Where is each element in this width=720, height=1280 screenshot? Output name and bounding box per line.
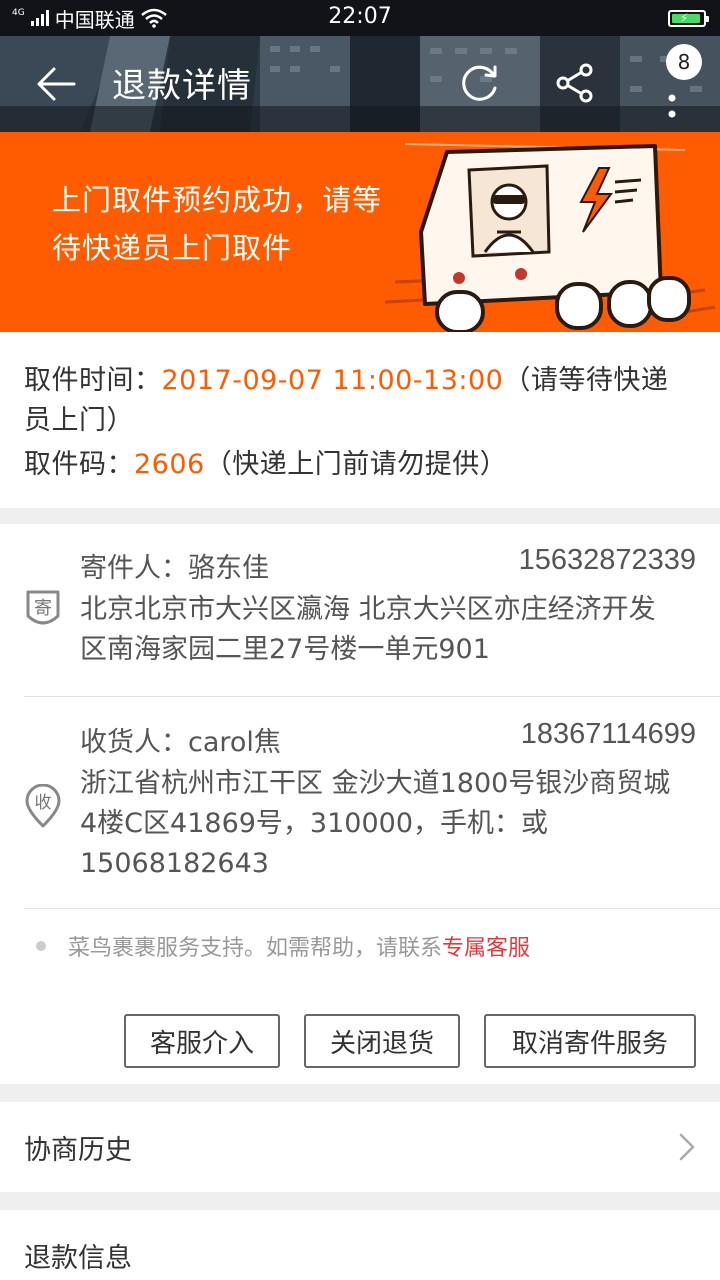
clock: 22:07	[328, 4, 392, 29]
receiver-pin-icon: 收	[25, 784, 61, 828]
receiver-address: 浙江省杭州市江干区 金沙大道1800号银沙商贸城 4楼C区41869号，3100…	[80, 764, 698, 884]
close-return-button[interactable]: 关闭退货	[304, 1014, 460, 1068]
receiver-name: 收货人：carol焦	[80, 727, 281, 758]
history-label: 协商历史	[24, 1135, 132, 1166]
sender-tag-char: 寄	[34, 598, 52, 619]
battery-icon: ⚡	[668, 10, 709, 27]
share-icon[interactable]	[554, 62, 596, 104]
divider	[24, 908, 720, 909]
banner-message: 上门取件预约成功，请等待快递员上门取件	[52, 183, 383, 265]
message-count-badge[interactable]: 8	[666, 44, 702, 80]
pickup-time-label: 取件时间：	[24, 365, 162, 396]
sender-name: 寄件人：骆东佳	[80, 553, 269, 584]
pickup-code-row: 取件码：2606（快递上门前请勿提供）	[24, 442, 507, 481]
delivery-truck-illustration	[385, 143, 716, 332]
pickup-time-note-cont: 员上门）	[24, 405, 134, 436]
help-notice: 菜鸟裹裹服务支持。如需帮助，请联系专属客服	[36, 930, 530, 962]
refund-info-label: 退款信息	[24, 1243, 132, 1274]
receiver-address-line2: 4楼C区41869号，310000，手机：或	[80, 808, 548, 839]
pickup-code-label: 取件码：	[24, 449, 134, 480]
sender-address-line2: 区南海家园二里27号楼一单元901	[80, 634, 490, 665]
pickup-time-note: （请等待快递	[503, 365, 669, 396]
receiver-pin-char: 收	[35, 793, 52, 813]
sender-address: 北京北京市大兴区瀛海 北京大兴区亦庄经济开发 区南海家园二里27号楼一单元901	[80, 590, 698, 670]
receiver-address-line1: 浙江省杭州市江干区 金沙大道1800号银沙商贸城	[80, 768, 671, 799]
pickup-info-card: 取件时间：2017-09-07 11:00-13:00（请等待快递 员上门） 取…	[0, 332, 720, 508]
more-vertical-icon[interactable]	[666, 92, 678, 132]
intervene-button[interactable]: 客服介入	[124, 1014, 280, 1068]
sender-address-line1: 北京北京市大兴区瀛海 北京大兴区亦庄经济开发	[80, 594, 656, 625]
pickup-time-value: 2017-09-07 11:00-13:00	[161, 365, 504, 396]
receiver-address-line3: 15068182643	[80, 848, 269, 879]
refund-info-row[interactable]: 退款信息	[0, 1210, 720, 1280]
negotiation-history-row[interactable]: 协商历史	[0, 1102, 720, 1192]
receiver-phone[interactable]: 18367114699	[521, 718, 696, 751]
help-text: 菜鸟裹裹服务支持。如需帮助，请联系	[68, 936, 443, 961]
chevron-right-icon	[679, 1133, 695, 1161]
title-bar: 退款详情 8	[0, 36, 720, 132]
exclusive-service-link[interactable]: 专属客服	[442, 936, 530, 961]
back-arrow-icon[interactable]	[36, 66, 76, 102]
status-bar: 4G 中国联通 22:07 ⚡	[0, 0, 720, 36]
sender-phone[interactable]: 15632872339	[519, 544, 696, 577]
pickup-code-note: （快递上门前请勿提供）	[204, 449, 508, 480]
pickup-success-banner: 上门取件预约成功，请等待快递员上门取件	[0, 132, 720, 332]
sender-tag-icon: 寄	[26, 590, 60, 625]
page-title: 退款详情	[112, 66, 252, 106]
bullet-dot-icon	[36, 941, 46, 951]
address-card: 寄件人：骆东佳 15632872339 寄 北京北京市大兴区瀛海 北京大兴区亦庄…	[0, 524, 720, 1084]
city-background-image	[0, 36, 720, 132]
pickup-time-row: 取件时间：2017-09-07 11:00-13:00（请等待快递	[24, 358, 668, 397]
cancel-pickup-button[interactable]: 取消寄件服务	[484, 1014, 696, 1068]
pickup-code-value: 2606	[134, 449, 205, 480]
divider	[24, 696, 720, 697]
refresh-icon[interactable]	[458, 62, 500, 104]
